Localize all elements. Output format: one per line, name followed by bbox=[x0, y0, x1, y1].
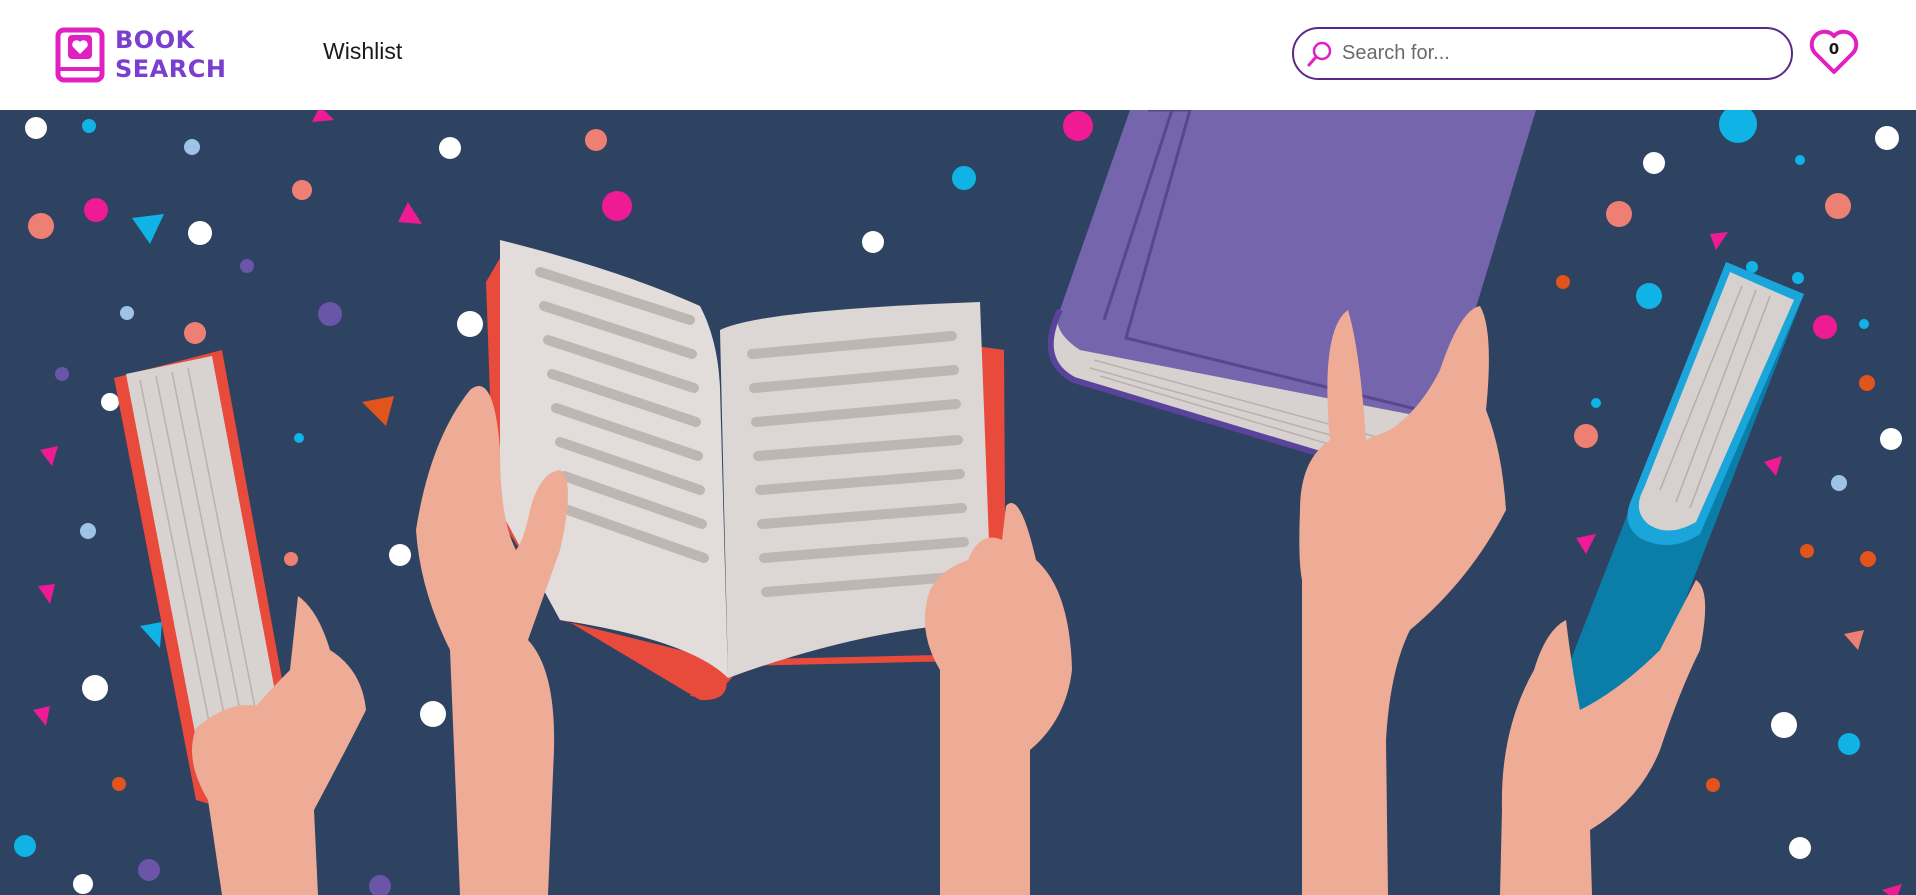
search-icon bbox=[1307, 41, 1332, 66]
book-heart-icon bbox=[55, 27, 105, 83]
wishlist-count-badge: 0 bbox=[1828, 40, 1840, 58]
hero-banner bbox=[0, 110, 1916, 895]
hands-holding-books-illustration bbox=[14, 110, 1902, 895]
search-bar bbox=[1292, 27, 1793, 80]
brand-line-1: BOOK bbox=[115, 26, 195, 54]
wishlist-button[interactable]: 0 bbox=[1808, 27, 1860, 77]
nav-wishlist-link[interactable]: Wishlist bbox=[323, 38, 402, 65]
brand-logo[interactable]: BOOK SEARCH bbox=[55, 26, 226, 84]
search-input[interactable] bbox=[1342, 42, 1762, 65]
top-navbar: BOOK SEARCH Wishlist 0 bbox=[0, 0, 1916, 110]
brand-line-2: SEARCH bbox=[115, 55, 227, 83]
brand-name: BOOK SEARCH bbox=[115, 26, 226, 84]
